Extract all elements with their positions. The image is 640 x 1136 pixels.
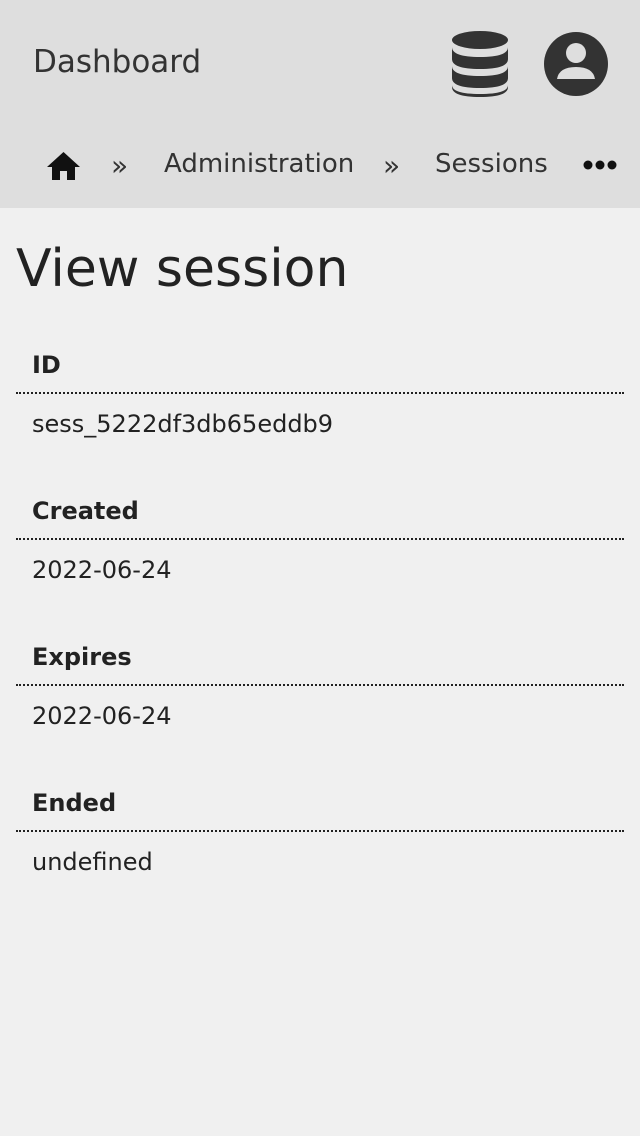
database-icon[interactable] [450,30,510,98]
field-created: Created 2022-06-24 [16,492,624,586]
breadcrumb-separator: » [111,149,129,182]
breadcrumb-separator: » [383,149,401,182]
app-header: Dashboard » Administration » Sessions [0,0,640,208]
field-id: ID sess_5222df3db65eddb9 [16,346,624,440]
field-value: undefined [32,848,153,876]
more-icon[interactable] [582,158,618,172]
account-icon[interactable] [543,31,609,97]
home-icon[interactable] [46,150,81,182]
breadcrumb-item-administration[interactable]: Administration [164,146,354,182]
field-label: Created [16,492,624,540]
field-ended: Ended undefined [16,784,624,878]
field-expires: Expires 2022-06-24 [16,638,624,732]
page-title: View session [16,239,349,299]
field-value: 2022-06-24 [32,702,172,730]
breadcrumb-item-sessions[interactable]: Sessions [435,146,548,182]
field-label: Ended [16,784,624,832]
field-value: sess_5222df3db65eddb9 [32,410,334,438]
dashboard-link[interactable]: Dashboard [33,42,201,82]
field-label: ID [16,346,624,394]
field-label: Expires [16,638,624,686]
breadcrumb: » Administration » Sessions [0,138,640,192]
field-value: 2022-06-24 [32,556,172,584]
